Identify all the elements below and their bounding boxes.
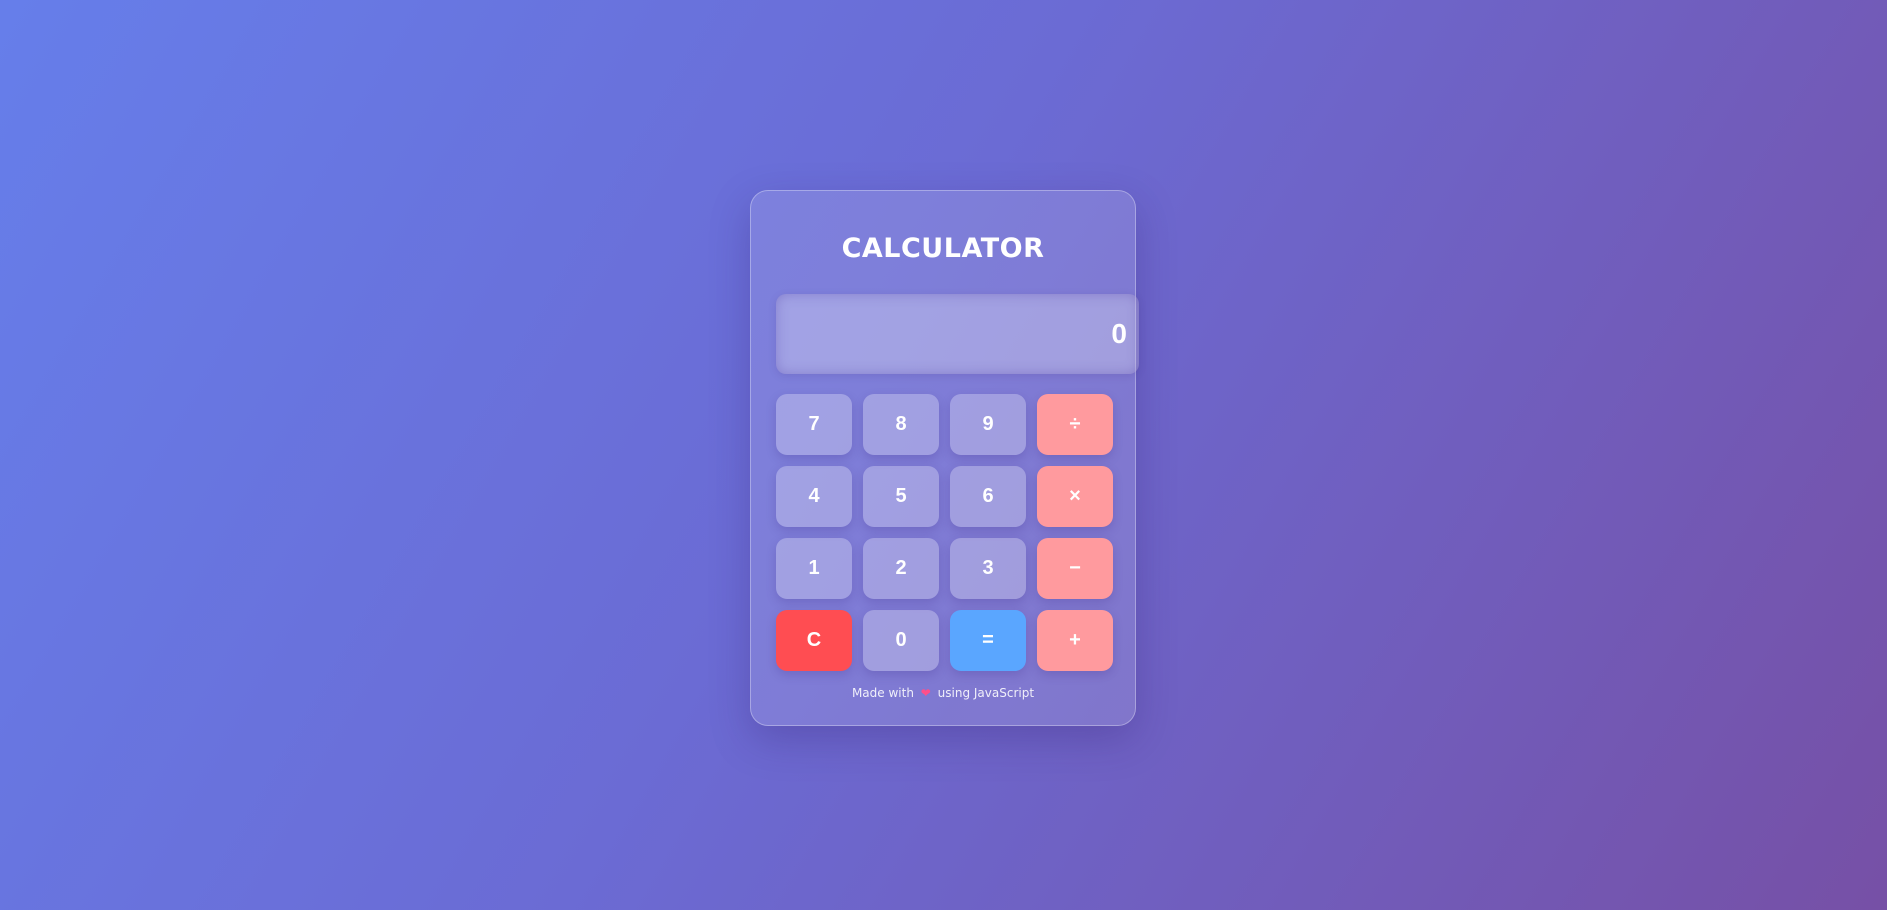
key-6[interactable]: 6 (950, 466, 1026, 527)
display-value: 0 (1111, 318, 1127, 349)
key-7[interactable]: 7 (776, 394, 852, 455)
add-button[interactable]: + (1037, 610, 1113, 671)
key-5[interactable]: 5 (863, 466, 939, 527)
key-1[interactable]: 1 (776, 538, 852, 599)
key-4[interactable]: 4 (776, 466, 852, 527)
divide-button[interactable]: ÷ (1037, 394, 1113, 455)
keypad: 7 8 9 ÷ 4 5 6 × 1 2 3 − C 0 = + (776, 394, 1113, 671)
key-9[interactable]: 9 (950, 394, 1026, 455)
calculator-title: CALCULATOR (841, 233, 1045, 264)
calculator-card: CALCULATOR 0 7 8 9 ÷ 4 5 6 × 1 2 3 − C 0… (750, 190, 1139, 726)
footer-credit: Made with ❤ using JavaScript (751, 686, 1135, 700)
subtract-button[interactable]: − (1037, 538, 1113, 599)
multiply-button[interactable]: × (1037, 466, 1113, 527)
footer-suffix: using JavaScript (937, 686, 1035, 700)
key-8[interactable]: 8 (863, 394, 939, 455)
key-0[interactable]: 0 (863, 610, 939, 671)
heart-icon: ❤ (920, 686, 931, 700)
equals-button[interactable]: = (950, 610, 1026, 671)
key-2[interactable]: 2 (863, 538, 939, 599)
calculator-display: 0 (776, 294, 1139, 374)
key-3[interactable]: 3 (950, 538, 1026, 599)
clear-button[interactable]: C (776, 610, 852, 671)
footer-prefix: Made with (851, 686, 914, 700)
